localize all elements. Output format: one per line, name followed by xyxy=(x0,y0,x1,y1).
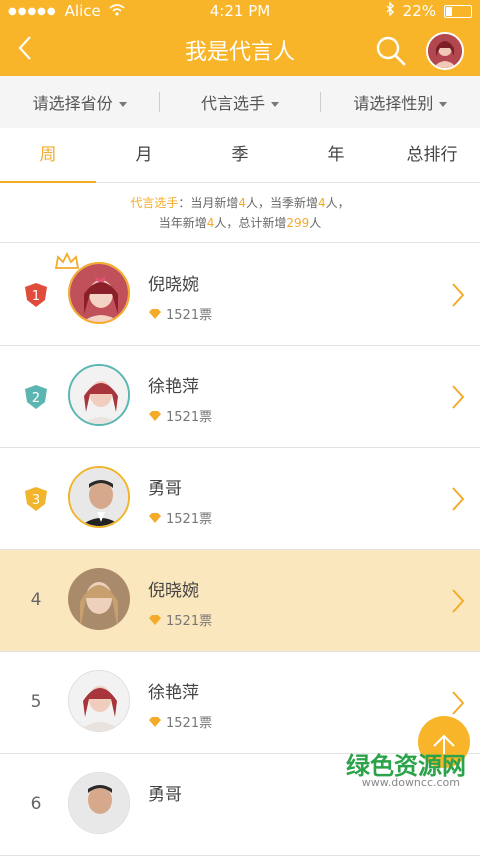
vote-count: 1521票 xyxy=(148,610,212,629)
chevron-right-icon xyxy=(452,589,465,613)
gender-filter[interactable]: 请选择性别 xyxy=(321,90,480,114)
caret-down-icon xyxy=(118,102,127,107)
search-button[interactable] xyxy=(374,34,408,68)
caret-down-icon xyxy=(271,102,279,107)
rank-1-shield-icon: 1 xyxy=(25,283,47,307)
watermark-url: www.downcc.com xyxy=(361,776,460,789)
rank-number: 5 xyxy=(30,692,42,712)
list-item[interactable]: 1 倪晓婉 1521票 xyxy=(0,244,480,346)
contestant-name: 徐艳萍 xyxy=(148,683,199,703)
svg-text:2: 2 xyxy=(32,391,40,406)
tab-week[interactable]: 周 xyxy=(0,128,96,183)
tab-month[interactable]: 月 xyxy=(96,128,192,182)
search-icon xyxy=(376,36,406,66)
summary-line-2: 当年新增4人，总计新增299人 xyxy=(158,216,322,230)
battery-percent: 22% xyxy=(402,2,436,20)
crown-icon xyxy=(54,252,80,269)
diamond-icon xyxy=(149,308,161,319)
list-item[interactable]: 2 徐艳萍 1521票 xyxy=(0,346,480,448)
chevron-right-icon xyxy=(452,283,465,307)
vote-count: 1521票 xyxy=(148,712,212,731)
contestant-name: 倪晓婉 xyxy=(148,275,199,295)
svg-text:3: 3 xyxy=(32,493,40,508)
status-bar: ●●●●● Alice 4:21 PM 22% xyxy=(0,0,480,22)
avatar xyxy=(68,568,130,630)
diamond-icon xyxy=(149,512,161,523)
avatar xyxy=(68,466,130,528)
watermark: 绿色资源网 www.downcc.com xyxy=(342,744,480,800)
chevron-right-icon xyxy=(452,487,465,511)
diamond-icon xyxy=(149,410,161,421)
period-tabs: 周 月 季 年 总排行 xyxy=(0,128,480,183)
rank-3-shield-icon: 3 xyxy=(25,487,47,511)
diamond-icon xyxy=(149,614,161,625)
tab-year[interactable]: 年 xyxy=(288,128,384,182)
diamond-icon xyxy=(149,716,161,727)
contestant-name: 倪晓婉 xyxy=(148,581,199,601)
summary-line-1: 代言选手：当月新增4人，当季新增4人， xyxy=(130,196,350,210)
rank-number: 6 xyxy=(30,794,42,814)
province-filter[interactable]: 请选择省份 xyxy=(0,90,159,114)
avatar xyxy=(68,772,130,834)
list-item[interactable]: 5 徐艳萍 1521票 xyxy=(0,652,480,754)
avatar xyxy=(68,262,130,324)
vote-count: 1521票 xyxy=(148,508,212,527)
svg-text:1: 1 xyxy=(32,289,40,304)
user-avatar[interactable] xyxy=(426,32,464,70)
type-filter[interactable]: 代言选手 xyxy=(160,90,319,114)
filter-bar: 请选择省份 代言选手 请选择性别 xyxy=(0,76,480,128)
contestant-name: 勇哥 xyxy=(148,785,182,805)
rank-2-shield-icon: 2 xyxy=(25,385,47,409)
rank-number: 4 xyxy=(30,590,42,610)
list-item[interactable]: 4 倪晓婉 1521票 xyxy=(0,550,480,652)
vote-count: 1521票 xyxy=(148,406,212,425)
page-title: 我是代言人 xyxy=(184,40,295,65)
contestant-name: 勇哥 xyxy=(148,479,182,499)
caret-down-icon xyxy=(439,102,448,107)
list-item[interactable]: 3 勇哥 1521票 xyxy=(0,448,480,550)
chevron-right-icon xyxy=(452,385,465,409)
bluetooth-icon xyxy=(385,1,395,20)
avatar xyxy=(68,364,130,426)
chevron-right-icon xyxy=(452,691,465,715)
vote-count: 1521票 xyxy=(148,304,212,323)
stats-summary: 代言选手：当月新增4人，当季新增4人， 当年新增4人，总计新增299人 xyxy=(0,183,480,243)
tab-quarter[interactable]: 季 xyxy=(192,128,288,182)
battery-icon xyxy=(444,4,472,18)
app-header: 我是代言人 xyxy=(0,22,480,76)
avatar xyxy=(68,670,130,732)
contestant-name: 徐艳萍 xyxy=(148,377,199,397)
tab-total-ranking[interactable]: 总排行 xyxy=(384,128,480,182)
